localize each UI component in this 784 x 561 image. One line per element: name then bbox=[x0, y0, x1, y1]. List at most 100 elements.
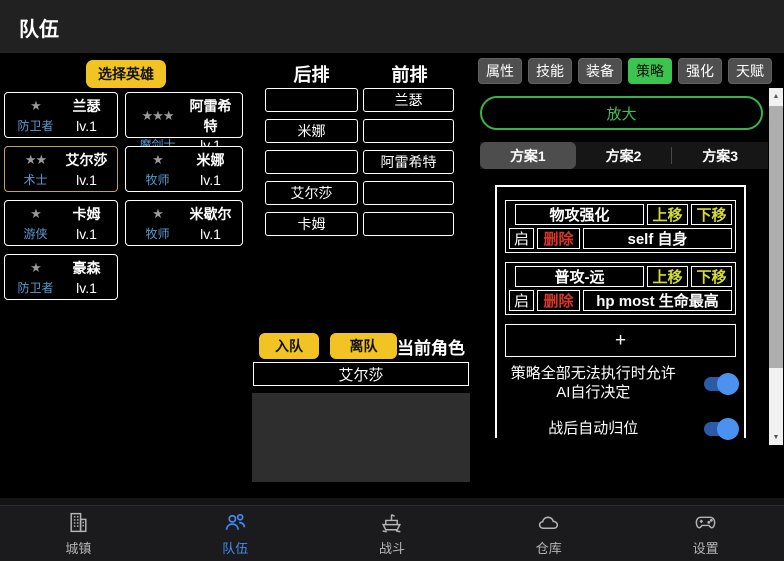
formation-slot-back-3[interactable] bbox=[265, 150, 358, 174]
hero-level: lv.1 bbox=[184, 172, 237, 188]
nav-label-battle: 战斗 bbox=[379, 538, 405, 557]
battle-icon bbox=[379, 510, 404, 535]
page-title: 队伍 bbox=[19, 13, 59, 42]
nav-label-town: 城镇 bbox=[65, 538, 91, 557]
select-hero-button[interactable]: 选择英雄 bbox=[86, 60, 166, 88]
hero-stars: ★ bbox=[10, 98, 61, 114]
hero-card-mixieer[interactable]: ★米歇尔 牧师lv.1 bbox=[125, 200, 243, 246]
hero-stars: ★★★ bbox=[131, 108, 184, 124]
nav-label-team: 队伍 bbox=[222, 538, 248, 557]
plan-tab-2[interactable]: 方案2 bbox=[576, 142, 672, 169]
scrollbar-thumb[interactable] bbox=[769, 106, 783, 368]
hero-level: lv.1 bbox=[61, 172, 112, 188]
delete-button[interactable]: 删除 bbox=[537, 290, 580, 311]
plan-tabs: 方案1 方案2 方案3 bbox=[480, 142, 768, 169]
right-panel-scrollbar[interactable]: ▲ ▼ bbox=[769, 88, 783, 445]
hero-card-haosen[interactable]: ★豪森 防卫者lv.1 bbox=[4, 254, 118, 300]
move-up-button[interactable]: 上移 bbox=[647, 266, 688, 287]
bottom-nav: 城镇 队伍 bbox=[0, 505, 784, 561]
delete-button[interactable]: 删除 bbox=[537, 228, 580, 249]
formation-slot-back-2[interactable]: 米娜 bbox=[265, 119, 358, 143]
move-down-button[interactable]: 下移 bbox=[691, 266, 732, 287]
move-up-button[interactable]: 上移 bbox=[647, 204, 688, 225]
move-down-button[interactable]: 下移 bbox=[691, 204, 732, 225]
hero-level: lv.1 bbox=[61, 118, 112, 134]
nav-label-settings: 设置 bbox=[693, 538, 719, 557]
join-team-button[interactable]: 入队 bbox=[259, 333, 319, 359]
team-screen: 队伍 选择英雄 ★兰瑟 防卫者lv.1 ★★★阿雷希特 魔剑士lv.1 ★★艾尔… bbox=[0, 0, 784, 561]
auto-return-label: 战后自动归位 bbox=[505, 420, 682, 439]
nav-item-battle[interactable]: 战斗 bbox=[314, 506, 471, 561]
enlarge-button[interactable]: 放大 bbox=[480, 96, 763, 130]
leave-team-button[interactable]: 离队 bbox=[330, 333, 397, 359]
hero-name: 艾尔莎 bbox=[61, 150, 112, 170]
enable-button[interactable]: 启 bbox=[509, 228, 534, 249]
hero-class: 防卫者 bbox=[10, 279, 61, 296]
formation-slot-back-5[interactable]: 卡姆 bbox=[265, 212, 358, 236]
hero-name: 阿雷希特 bbox=[184, 96, 237, 136]
hero-stars: ★ bbox=[10, 260, 61, 276]
hero-level: lv.1 bbox=[61, 226, 112, 242]
hero-name: 米歇尔 bbox=[184, 204, 237, 224]
auto-return-row: 战后自动归位 bbox=[505, 420, 736, 439]
strategy-target[interactable]: hp most 生命最高 bbox=[583, 290, 732, 311]
preview-area bbox=[252, 393, 470, 482]
tab-attributes[interactable]: 属性 bbox=[478, 58, 522, 84]
hero-name: 兰瑟 bbox=[61, 96, 112, 116]
front-row-header: 前排 bbox=[363, 61, 456, 87]
hero-card-kamu[interactable]: ★卡姆 游侠lv.1 bbox=[4, 200, 118, 246]
nav-item-settings[interactable]: 设置 bbox=[627, 506, 784, 561]
tab-equipment[interactable]: 装备 bbox=[578, 58, 622, 84]
strategy-name: 普攻-远 bbox=[515, 266, 644, 287]
formation-slot-back-1[interactable] bbox=[265, 88, 358, 112]
tab-skills[interactable]: 技能 bbox=[528, 58, 572, 84]
hero-name: 卡姆 bbox=[61, 204, 112, 224]
hero-stars: ★ bbox=[131, 152, 184, 168]
hero-level: lv.1 bbox=[61, 280, 112, 296]
ai-fallback-toggle[interactable] bbox=[704, 377, 736, 391]
scroll-down-arrow[interactable]: ▼ bbox=[769, 430, 783, 444]
enable-button[interactable]: 启 bbox=[509, 290, 534, 311]
warehouse-icon bbox=[536, 510, 561, 535]
hero-stars: ★ bbox=[10, 206, 61, 222]
strategy-target[interactable]: self 自身 bbox=[583, 228, 732, 249]
current-role-label: 当前角色 bbox=[397, 334, 465, 359]
formation-slot-front-2[interactable] bbox=[363, 119, 454, 143]
formation-slot-back-4[interactable]: 艾尔莎 bbox=[265, 181, 358, 205]
current-role-name: 艾尔莎 bbox=[253, 362, 469, 386]
plan-tab-1[interactable]: 方案1 bbox=[480, 142, 576, 169]
hero-class: 防卫者 bbox=[10, 117, 61, 134]
tab-talent[interactable]: 天赋 bbox=[728, 58, 772, 84]
formation-slot-front-1[interactable]: 兰瑟 bbox=[363, 88, 454, 112]
ai-fallback-label: 策略全部无法执行时允许AI自行决定 bbox=[505, 365, 682, 403]
hero-card-aiersha[interactable]: ★★艾尔莎 术士lv.1 bbox=[4, 146, 118, 192]
hero-card-lanser[interactable]: ★兰瑟 防卫者lv.1 bbox=[4, 92, 118, 138]
tab-strategy[interactable]: 策略 bbox=[628, 58, 672, 84]
hero-stars: ★★ bbox=[10, 152, 61, 168]
settings-icon bbox=[693, 510, 718, 535]
toggle-knob bbox=[717, 373, 739, 395]
ai-fallback-row: 策略全部无法执行时允许AI自行决定 bbox=[505, 365, 736, 403]
strategy-panel: 物攻强化 上移 下移 启 删除 self 自身 普攻-远 上移 下移 启 删除 … bbox=[495, 185, 746, 438]
hero-list: ★兰瑟 防卫者lv.1 ★★★阿雷希特 魔剑士lv.1 ★★艾尔莎 术士lv.1… bbox=[4, 92, 245, 300]
nav-item-team[interactable]: 队伍 bbox=[157, 506, 314, 561]
nav-item-town[interactable]: 城镇 bbox=[0, 506, 157, 561]
plan-tab-3[interactable]: 方案3 bbox=[672, 142, 768, 169]
hero-class: 术士 bbox=[10, 171, 61, 188]
strategy-name: 物攻强化 bbox=[515, 204, 644, 225]
tab-enhance[interactable]: 强化 bbox=[678, 58, 722, 84]
hero-card-mina[interactable]: ★米娜 牧师lv.1 bbox=[125, 146, 243, 192]
scroll-up-arrow[interactable]: ▲ bbox=[769, 89, 783, 103]
formation-slot-front-4[interactable] bbox=[363, 181, 454, 205]
hero-card-areshite[interactable]: ★★★阿雷希特 魔剑士lv.1 bbox=[125, 92, 243, 138]
auto-return-toggle[interactable] bbox=[704, 422, 736, 436]
hero-class: 游侠 bbox=[10, 225, 61, 242]
hero-stars: ★ bbox=[131, 206, 184, 222]
formation-slot-front-3[interactable]: 阿雷希特 bbox=[363, 150, 454, 174]
strategy-card-2: 普攻-远 上移 下移 启 删除 hp most 生命最高 bbox=[505, 262, 736, 315]
add-strategy-button[interactable]: + bbox=[505, 324, 736, 357]
header-bar: 队伍 bbox=[0, 0, 784, 53]
hero-level: lv.1 bbox=[184, 226, 237, 242]
formation-slot-front-5[interactable] bbox=[363, 212, 454, 236]
nav-item-warehouse[interactable]: 仓库 bbox=[470, 506, 627, 561]
